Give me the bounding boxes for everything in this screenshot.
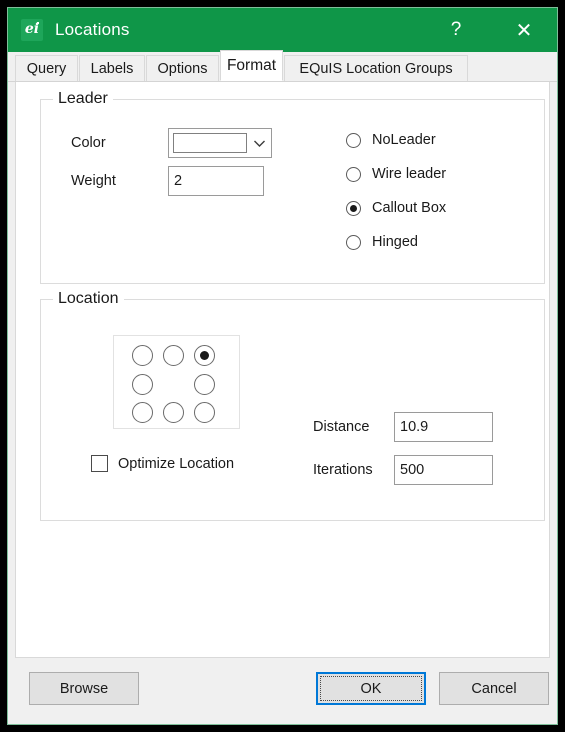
ok-button[interactable]: OK xyxy=(316,672,426,705)
app-icon-dot xyxy=(37,22,39,24)
radio-noleader[interactable]: NoLeader xyxy=(346,132,436,148)
radio-wire-leader[interactable]: Wire leader xyxy=(346,166,446,182)
title-bar: ei Locations ? ✕ xyxy=(8,8,557,52)
anchor-bottom-left[interactable] xyxy=(132,402,153,423)
chevron-down-icon xyxy=(247,139,271,148)
radio-noleader-label: NoLeader xyxy=(372,132,436,148)
radio-callout-box-label: Callout Box xyxy=(372,200,447,216)
window-title: Locations xyxy=(55,20,130,39)
app-icon-glyph: ei xyxy=(24,21,40,37)
tab-strip: Query Labels Options Format EQuIS Locati… xyxy=(8,50,557,82)
tab-query[interactable]: Query xyxy=(15,55,78,81)
radio-callout-box[interactable]: Callout Box xyxy=(346,200,446,216)
optimize-location-label: Optimize Location xyxy=(118,455,235,472)
distance-label: Distance xyxy=(313,419,370,435)
anchor-top-left[interactable] xyxy=(132,345,153,366)
tab-equis-location-groups[interactable]: EQuIS Location Groups xyxy=(284,55,468,81)
format-tab-page: Leader Color Weight NoLeader Wire leader xyxy=(15,82,550,658)
radio-hinged[interactable]: Hinged xyxy=(346,234,418,250)
anchor-bottom-right[interactable] xyxy=(194,402,215,423)
leader-group: Leader Color Weight NoLeader Wire leader xyxy=(40,90,545,284)
location-group-title: Location xyxy=(53,290,124,308)
weight-label: Weight xyxy=(71,173,116,189)
distance-input[interactable] xyxy=(394,412,493,442)
radio-wire-leader-indicator xyxy=(346,166,361,182)
anchor-top-center[interactable] xyxy=(163,345,184,366)
cancel-button[interactable]: Cancel xyxy=(439,672,549,705)
help-icon[interactable]: ? xyxy=(433,8,479,52)
anchor-middle-left[interactable] xyxy=(132,374,153,395)
locations-dialog: ei Locations ? ✕ Query Labels Options Fo… xyxy=(7,7,558,725)
tab-format[interactable]: Format xyxy=(220,50,283,81)
anchor-position-grid xyxy=(113,335,240,429)
tab-labels[interactable]: Labels xyxy=(79,55,145,81)
anchor-bottom-center[interactable] xyxy=(163,402,184,423)
iterations-input[interactable] xyxy=(394,455,493,485)
radio-wire-leader-label: Wire leader xyxy=(372,166,447,182)
browse-button[interactable]: Browse xyxy=(29,672,139,705)
leader-group-title: Leader xyxy=(53,90,113,108)
location-group: Location Optimize Location Distance 10.9… xyxy=(40,290,545,521)
dialog-footer: Browse OK Cancel xyxy=(8,658,557,724)
weight-input[interactable] xyxy=(168,166,264,196)
optimize-location-checkbox-indicator xyxy=(91,455,108,472)
iterations-label: Iterations xyxy=(313,462,373,478)
tab-options[interactable]: Options xyxy=(146,55,219,81)
equis-app-icon: ei xyxy=(21,19,43,41)
radio-callout-box-indicator xyxy=(346,200,361,216)
color-label: Color xyxy=(71,135,106,151)
anchor-top-right[interactable] xyxy=(194,345,215,366)
close-icon[interactable]: ✕ xyxy=(501,8,547,52)
ok-button-label: OK xyxy=(360,680,382,697)
radio-hinged-indicator xyxy=(346,234,361,250)
anchor-middle-right[interactable] xyxy=(194,374,215,395)
optimize-location-checkbox[interactable]: Optimize Location xyxy=(91,455,234,472)
leader-color-dropdown[interactable] xyxy=(168,128,272,158)
radio-hinged-label: Hinged xyxy=(372,234,418,250)
radio-noleader-indicator xyxy=(346,132,361,148)
color-swatch xyxy=(173,133,247,153)
